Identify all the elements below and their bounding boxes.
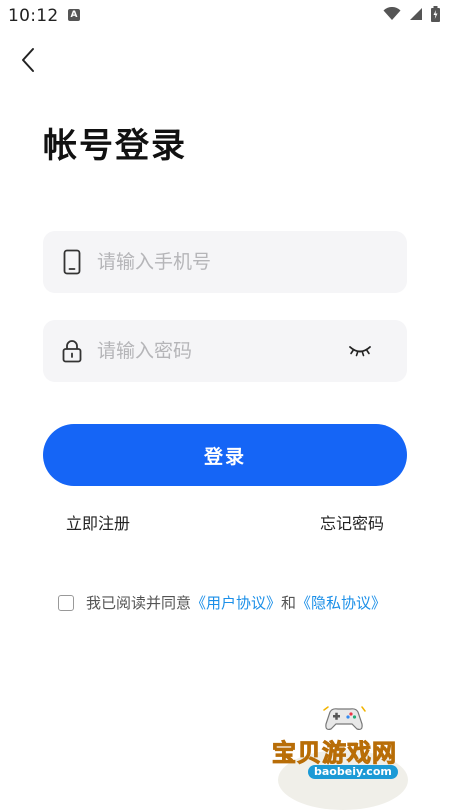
phone-input[interactable] [97, 242, 327, 282]
password-input[interactable] [97, 331, 327, 371]
cellular-icon [410, 8, 422, 20]
watermark-logo: 宝贝游戏网 baobeiy.com [268, 700, 420, 810]
phone-field[interactable] [43, 231, 407, 293]
status-time: 10:12 [8, 6, 59, 26]
user-agreement-link[interactable]: 《用户协议》 [191, 592, 281, 613]
agreement-prefix: 我已阅读并同意 [86, 594, 192, 612]
status-bar: 10:12 A [0, 0, 450, 32]
status-icons [383, 6, 440, 22]
privacy-policy-link[interactable]: 《隐私协议》 [296, 592, 386, 613]
battery-icon [431, 6, 440, 22]
notification-a-icon: A [68, 9, 80, 21]
eye-closed-icon[interactable] [347, 340, 373, 362]
wifi-icon [383, 7, 401, 20]
phone-icon [61, 247, 83, 277]
watermark-url: baobeiy.com [308, 765, 398, 779]
agreement-row: 我已阅读并同意 《用户协议》 和 《隐私协议》 [58, 592, 386, 613]
password-field[interactable] [43, 320, 407, 382]
game-controller-icon [323, 706, 366, 731]
register-link[interactable]: 立即注册 [66, 510, 130, 534]
watermark-name: 宝贝游戏网 [272, 739, 397, 768]
page-title: 帐号登录 [43, 126, 187, 166]
login-button[interactable]: 登录 [43, 424, 407, 486]
back-button[interactable] [14, 46, 42, 74]
agreement-conjunction: 和 [281, 594, 297, 612]
agree-checkbox[interactable] [58, 594, 74, 611]
lock-icon [61, 336, 83, 366]
chevron-left-icon [22, 48, 34, 72]
forgot-password-link[interactable]: 忘记密码 [320, 510, 384, 534]
